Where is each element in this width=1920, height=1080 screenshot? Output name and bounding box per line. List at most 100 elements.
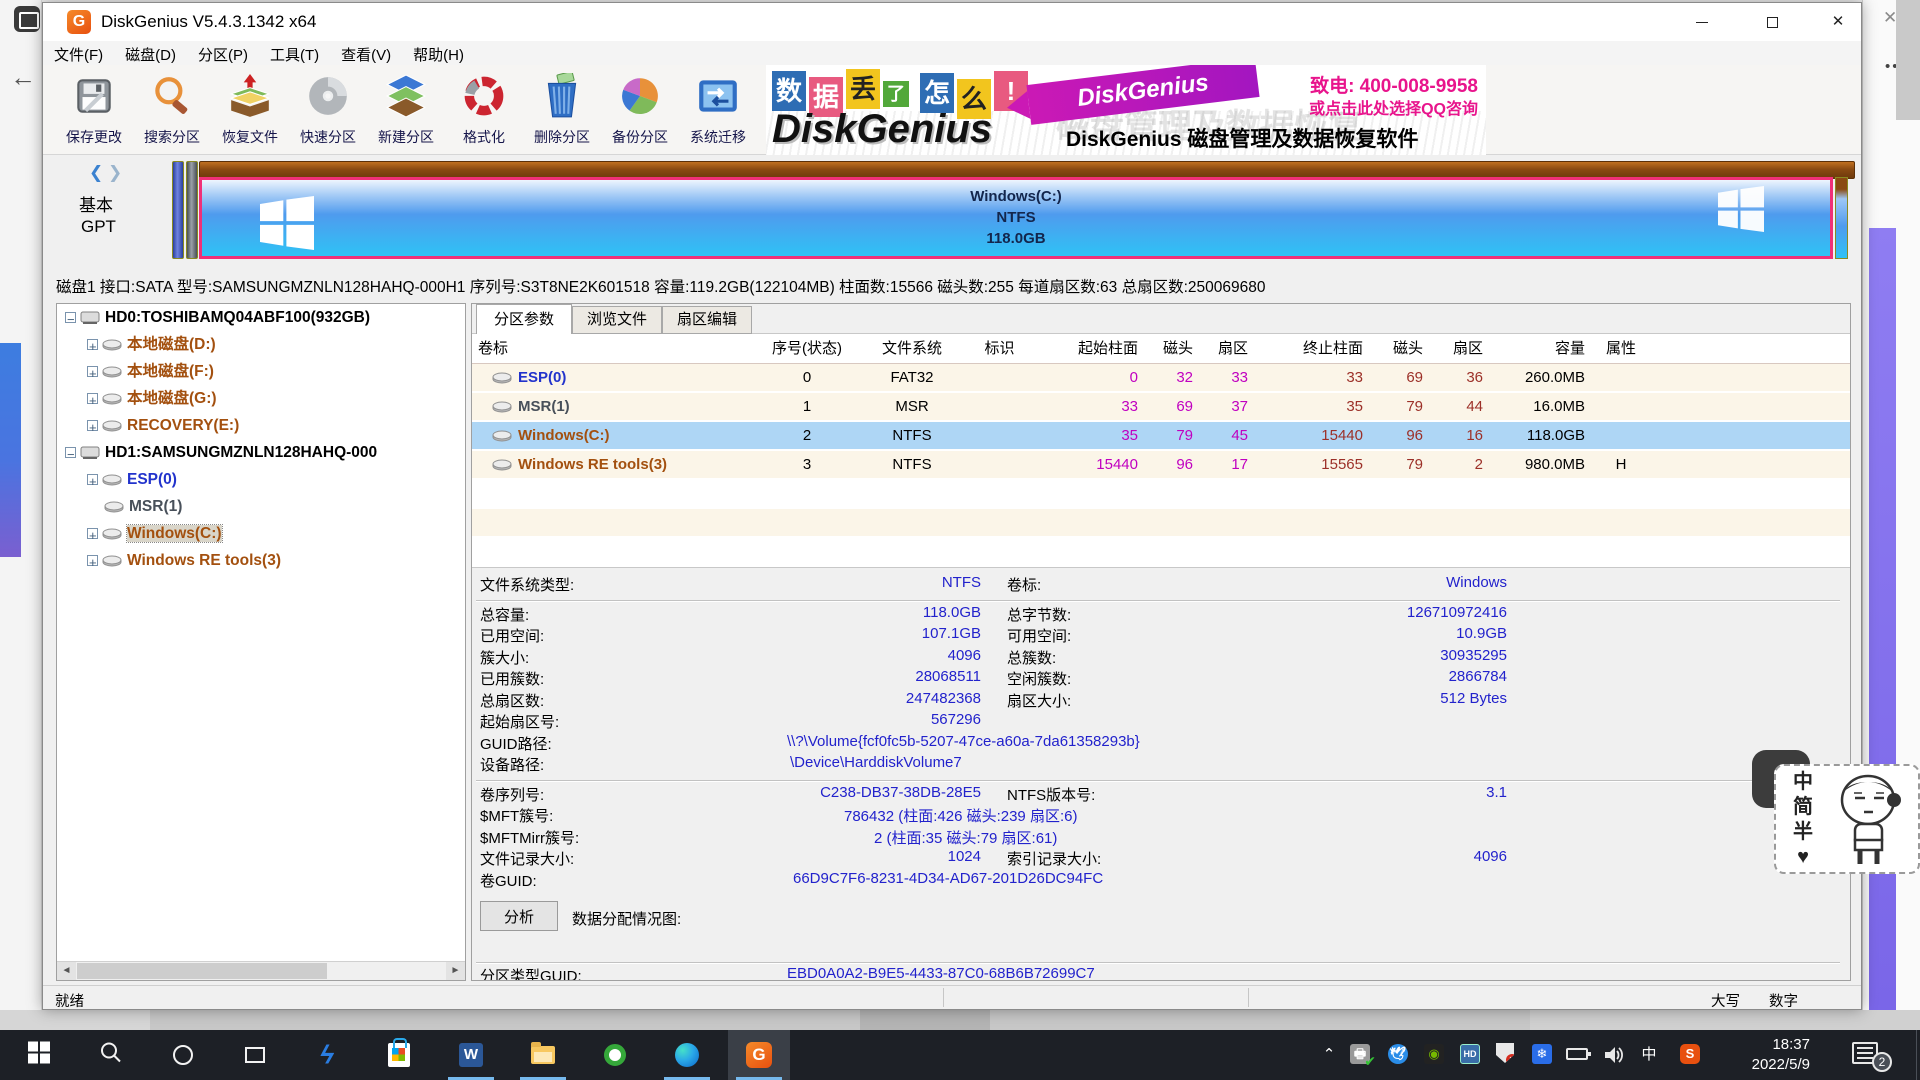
scrollbar-thumb[interactable] bbox=[77, 963, 327, 979]
tab-browse-files[interactable]: 浏览文件 bbox=[572, 306, 662, 334]
column-header[interactable]: 磁头 bbox=[1144, 334, 1199, 361]
column-header[interactable]: 卷标 bbox=[472, 334, 762, 361]
format-button[interactable]: 格式化 bbox=[445, 67, 523, 153]
field-label: $MFT簇号: bbox=[480, 805, 553, 826]
expand-icon[interactable] bbox=[87, 555, 98, 566]
delete-partition-button[interactable]: 删除分区 bbox=[523, 67, 601, 153]
partition-block-esp[interactable] bbox=[172, 161, 184, 259]
tree-item-windows-re-tools-3-[interactable]: Windows RE tools(3) bbox=[57, 547, 465, 574]
table-row-esp-0-[interactable]: ESP(0)0FAT3203233336936260.0MB bbox=[472, 364, 1850, 393]
menu-item-1[interactable]: 磁盘(D) bbox=[114, 41, 187, 68]
table-cell: 33 bbox=[1027, 393, 1144, 420]
new-partition-button[interactable]: 新建分区 bbox=[367, 67, 445, 153]
tree-item-recovery-e-[interactable]: RECOVERY(E:) bbox=[57, 412, 465, 439]
table-row-msr-1-[interactable]: MSR(1)1MSR33693735794416.0MB bbox=[472, 393, 1850, 422]
tree-item--f-[interactable]: 本地磁盘(F:) bbox=[57, 358, 465, 385]
quick-partition-button[interactable]: 快速分区 bbox=[289, 67, 367, 153]
tray-sogou-icon[interactable]: S bbox=[1680, 1044, 1702, 1066]
backup-partition-button[interactable]: 备份分区 bbox=[601, 67, 679, 153]
start-button[interactable] bbox=[8, 1030, 70, 1080]
tray-expand-icon[interactable]: ⌃ bbox=[1318, 1044, 1340, 1066]
search-partition-button[interactable]: 搜索分区 bbox=[133, 67, 211, 153]
scroll-left-icon[interactable]: ◄ bbox=[57, 962, 76, 980]
tree-horizontal-scrollbar[interactable]: ◄ ► bbox=[57, 961, 465, 980]
tray-printer-icon[interactable]: 🖶✔ bbox=[1350, 1044, 1372, 1066]
tree-item--g-[interactable]: 本地磁盘(G:) bbox=[57, 385, 465, 412]
clock[interactable]: 18:37 2022/5/9 bbox=[1722, 1035, 1810, 1075]
diskgenius-taskbar-button[interactable]: G bbox=[728, 1030, 790, 1080]
tray-bird-icon[interactable]: 🕊 bbox=[1388, 1044, 1410, 1066]
expand-icon[interactable] bbox=[87, 339, 98, 350]
ime-status-popup[interactable]: 中 简 半 ♥ bbox=[1774, 764, 1920, 874]
column-header[interactable]: 序号(状态) bbox=[762, 334, 852, 361]
tray-security-icon[interactable] bbox=[1496, 1043, 1518, 1065]
prev-disk-icon[interactable]: ❮ bbox=[89, 163, 103, 182]
column-header[interactable]: 扇区 bbox=[1199, 334, 1254, 361]
system-migration-button[interactable]: 系统迁移 bbox=[679, 67, 757, 153]
tray-intel-graphics-icon[interactable]: HD bbox=[1460, 1044, 1482, 1066]
column-header[interactable]: 文件系统 bbox=[852, 334, 972, 361]
expand-icon[interactable] bbox=[87, 420, 98, 431]
menu-item-4[interactable]: 查看(V) bbox=[330, 41, 402, 68]
partition-block-msr[interactable] bbox=[186, 161, 198, 259]
menu-item-2[interactable]: 分区(P) bbox=[187, 41, 259, 68]
table-row-windows-re-tools-3-[interactable]: Windows RE tools(3)3NTFS1544096171556579… bbox=[472, 451, 1850, 480]
flash-center-button[interactable]: ϟ bbox=[296, 1030, 358, 1080]
tree-item-windows-c-[interactable]: Windows(C:) bbox=[57, 520, 465, 547]
analyze-button[interactable]: 分析 bbox=[480, 901, 558, 931]
partition-block-windows-c[interactable]: Windows(C:) NTFS 118.0GB bbox=[199, 177, 1833, 259]
microsoft-store-button[interactable] bbox=[368, 1030, 430, 1080]
tab-sector-edit[interactable]: 扇区编辑 bbox=[662, 306, 752, 334]
show-desktop-sliver[interactable] bbox=[1916, 1030, 1920, 1080]
tree-item-esp-0-[interactable]: ESP(0) bbox=[57, 466, 465, 493]
minimize-button[interactable] bbox=[1679, 3, 1725, 41]
column-header[interactable]: 标识 bbox=[972, 334, 1027, 361]
column-header[interactable]: 扇区 bbox=[1429, 334, 1489, 361]
menu-item-3[interactable]: 工具(T) bbox=[259, 41, 330, 68]
tab-partition-params[interactable]: 分区参数 bbox=[476, 304, 572, 334]
scroll-right-icon[interactable]: ► bbox=[446, 962, 465, 980]
field-label: GUID路径: bbox=[480, 733, 552, 754]
column-header[interactable]: 容量 bbox=[1489, 334, 1591, 361]
menu-item-0[interactable]: 文件(F) bbox=[43, 41, 114, 68]
table-row-windows-c-[interactable]: Windows(C:)2NTFS357945154409616118.0GB bbox=[472, 422, 1850, 451]
tray-nvidia-icon[interactable]: ◉ bbox=[1424, 1044, 1446, 1066]
ad-banner[interactable]: 磁盘管理及数据恢复 数据丢了怎么! DiskGenius 致电: 400-008… bbox=[766, 65, 1486, 155]
column-header[interactable]: 终止柱面 bbox=[1254, 334, 1369, 361]
menu-item-5[interactable]: 帮助(H) bbox=[402, 41, 475, 68]
banner-qq-link[interactable]: 或点击此处选择QQ咨询 bbox=[1309, 95, 1478, 119]
file-explorer-button[interactable] bbox=[512, 1030, 574, 1080]
table-empty-row bbox=[472, 509, 1850, 538]
tree-item-hd1-samsungmznln128hahq-000[interactable]: HD1:SAMSUNGMZNLN128HAHQ-000 bbox=[57, 439, 465, 466]
expand-icon[interactable] bbox=[87, 528, 98, 539]
expand-icon[interactable] bbox=[87, 366, 98, 377]
column-header[interactable]: 磁头 bbox=[1369, 334, 1429, 361]
tray-volume-icon[interactable] bbox=[1602, 1044, 1624, 1066]
tray-battery-icon[interactable] bbox=[1566, 1044, 1588, 1066]
expand-icon[interactable] bbox=[87, 474, 98, 485]
tray-snowflake-icon[interactable]: ❄ bbox=[1532, 1044, 1554, 1066]
save-changes-button[interactable]: 保存更改 bbox=[55, 67, 133, 153]
next-disk-icon[interactable]: ❯ bbox=[108, 163, 122, 182]
recover-files-button[interactable]: 恢复文件 bbox=[211, 67, 289, 153]
maximize-button[interactable] bbox=[1749, 3, 1795, 41]
partition-block-re-tools[interactable] bbox=[1835, 177, 1848, 259]
task-view-button[interactable] bbox=[224, 1030, 286, 1080]
column-header[interactable]: 起始柱面 bbox=[1027, 334, 1144, 361]
tray-ime-indicator[interactable]: 中 bbox=[1638, 1044, 1660, 1066]
search-button[interactable] bbox=[80, 1030, 142, 1080]
close-button[interactable]: ✕ bbox=[1815, 3, 1861, 41]
store-icon bbox=[388, 1043, 410, 1067]
cortana-button[interactable] bbox=[152, 1030, 214, 1080]
tree-item-msr-1-[interactable]: MSR(1) bbox=[57, 493, 465, 520]
expand-icon[interactable] bbox=[87, 393, 98, 404]
column-header[interactable]: 属性 bbox=[1591, 334, 1651, 361]
tree-item-hd0-toshibamq04abf100-932gb-[interactable]: HD0:TOSHIBAMQ04ABF100(932GB) bbox=[57, 304, 465, 331]
collapse-icon[interactable] bbox=[65, 312, 76, 323]
browser-360-button[interactable] bbox=[584, 1030, 646, 1080]
collapse-icon[interactable] bbox=[65, 447, 76, 458]
disk-nav-arrows[interactable]: ❮ ❯ bbox=[89, 163, 122, 183]
edge-button[interactable] bbox=[656, 1030, 718, 1080]
word-button[interactable]: W bbox=[440, 1030, 502, 1080]
tree-item--d-[interactable]: 本地磁盘(D:) bbox=[57, 331, 465, 358]
